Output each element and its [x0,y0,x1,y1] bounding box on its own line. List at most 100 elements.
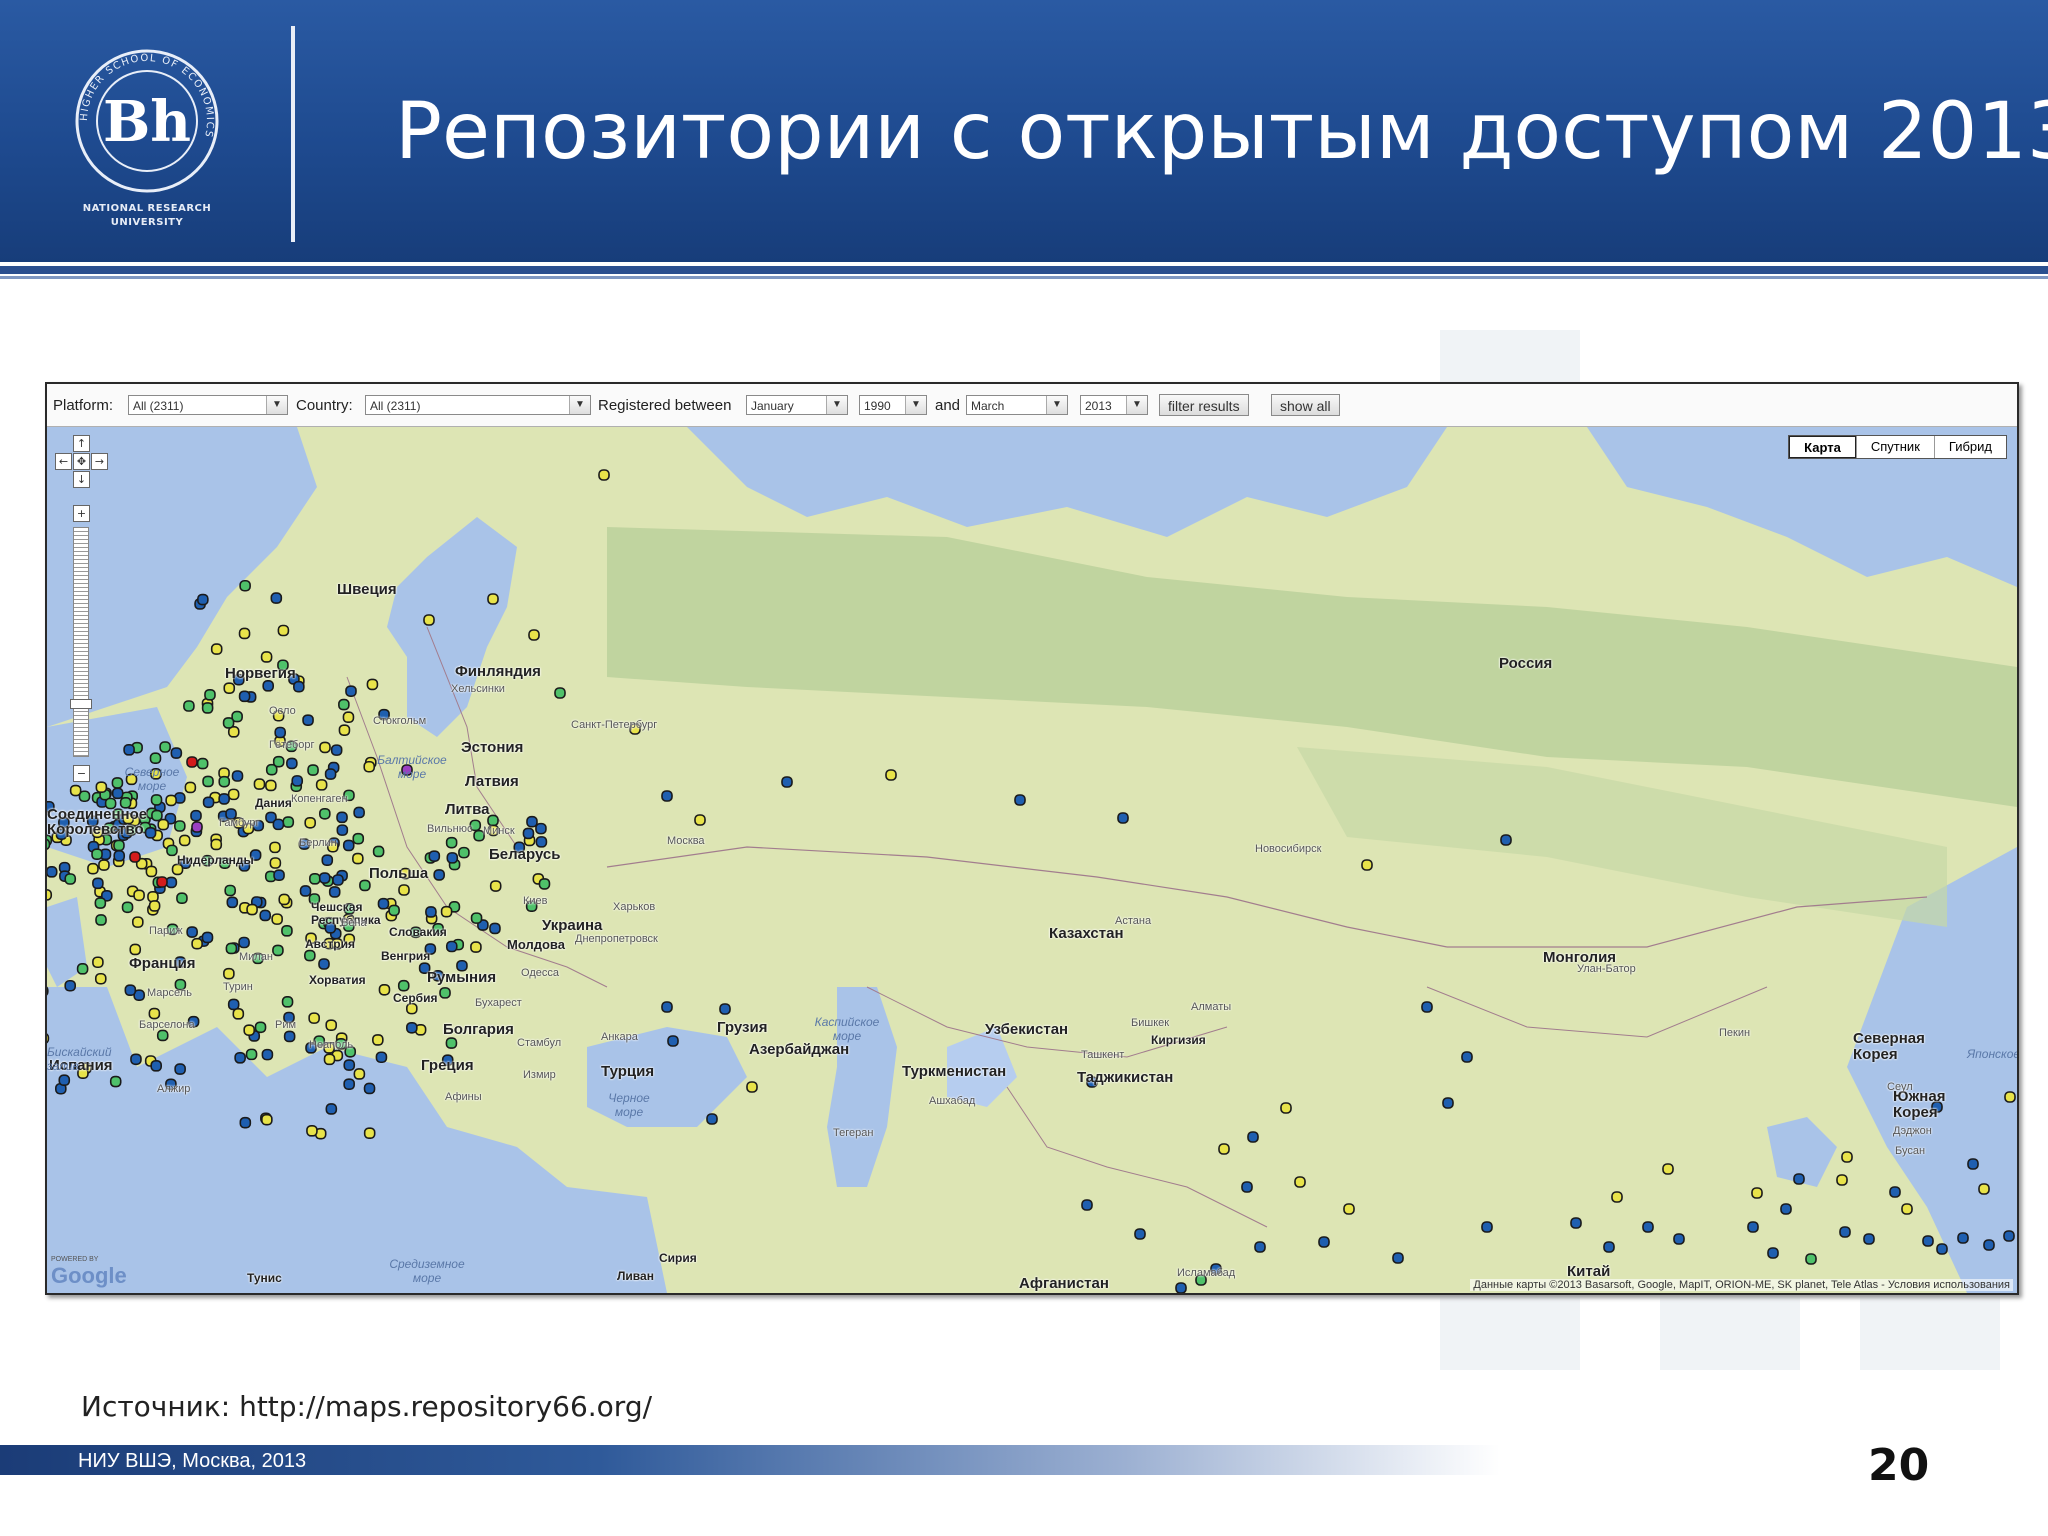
repository-marker[interactable] [440,905,453,918]
repository-marker[interactable] [330,744,343,756]
repository-marker[interactable] [1747,1221,1759,1233]
repository-marker[interactable] [156,876,168,888]
repository-marker[interactable] [218,775,231,788]
repository-marker[interactable] [342,839,355,852]
repository-marker[interactable] [352,832,365,845]
repository-marker[interactable] [231,770,244,782]
repository-marker[interactable] [64,979,77,992]
repository-marker[interactable] [64,873,77,885]
repository-marker[interactable] [319,741,331,754]
repository-marker[interactable] [318,958,330,970]
repository-marker[interactable] [323,1053,336,1066]
repository-marker[interactable] [1662,1163,1674,1175]
repository-marker[interactable] [1318,1236,1330,1248]
repository-marker[interactable] [1751,1187,1763,1199]
repository-marker[interactable] [269,841,281,854]
repository-marker[interactable] [1500,834,1512,846]
repository-marker[interactable] [1642,1221,1654,1233]
repository-marker[interactable] [260,651,273,663]
repository-marker[interactable] [302,714,314,726]
repository-marker[interactable] [47,1033,50,1044]
repository-marker[interactable] [191,937,203,950]
repository-marker[interactable] [259,909,272,922]
repository-marker[interactable] [343,1078,355,1090]
repository-marker[interactable] [225,942,238,955]
repository-marker[interactable] [363,760,376,773]
country-select[interactable]: All (2311) ▼ [365,395,591,415]
to-month-select[interactable]: March ▼ [966,395,1068,415]
repository-marker[interactable] [222,717,235,729]
repository-marker[interactable] [166,844,178,857]
pan-left-icon[interactable]: ← [55,453,72,470]
repository-marker[interactable] [308,1012,320,1024]
repository-marker[interactable] [1901,1203,1913,1215]
repository-marker[interactable] [489,922,501,935]
repository-marker[interactable] [109,1075,122,1088]
repository-marker[interactable] [150,794,163,806]
from-year-select[interactable]: 1990 ▼ [859,395,927,415]
repository-marker[interactable] [439,987,451,999]
repository-marker[interactable] [1294,1176,1306,1188]
repository-marker[interactable] [261,1048,274,1061]
repository-marker[interactable] [210,838,223,851]
repository-marker[interactable] [183,700,195,712]
repository-marker[interactable] [253,778,266,790]
repository-marker[interactable] [271,913,283,925]
repository-marker[interactable] [398,884,410,896]
repository-marker[interactable] [706,1113,718,1125]
repository-marker[interactable] [1957,1232,1969,1244]
repository-marker[interactable] [1967,1158,1979,1170]
repository-marker[interactable] [445,836,458,849]
repository-marker[interactable] [428,850,441,862]
repository-marker[interactable] [667,1035,679,1047]
repository-marker[interactable] [165,876,178,889]
repository-marker[interactable] [885,769,897,781]
repository-marker[interactable] [1442,1097,1454,1109]
repository-marker[interactable] [1793,1173,1805,1185]
repository-marker[interactable] [159,741,171,753]
map-canvas[interactable]: Россия Казахстан Монголия Швеция Норвеги… [47,427,2017,1293]
repository-marker[interactable] [306,1125,318,1137]
repository-marker[interactable] [262,680,274,692]
repository-marker[interactable] [1247,1131,1259,1143]
repository-marker[interactable] [433,869,445,881]
repository-marker[interactable] [129,943,142,956]
repository-marker[interactable] [186,926,198,938]
repository-marker[interactable] [223,967,235,980]
repository-marker[interactable] [176,892,188,905]
repository-marker[interactable] [353,806,365,819]
repository-marker[interactable] [1280,1102,1292,1114]
repository-marker[interactable] [446,852,459,864]
repository-marker[interactable] [218,793,230,805]
repository-marker[interactable] [345,685,357,697]
repository-marker[interactable] [1254,1241,1266,1253]
repository-marker[interactable] [246,903,258,916]
repository-marker[interactable] [1780,1203,1792,1215]
repository-marker[interactable] [372,845,385,858]
repository-marker[interactable] [328,886,341,898]
repository-marker[interactable] [170,747,183,759]
repository-marker[interactable] [1936,1243,1948,1255]
repository-marker[interactable] [269,857,282,869]
repository-marker[interactable] [445,940,458,953]
repository-marker[interactable] [1461,1051,1473,1063]
repository-marker[interactable] [397,979,410,992]
repository-marker[interactable] [304,949,316,962]
repository-marker[interactable] [291,775,304,787]
repository-marker[interactable] [234,1051,246,1064]
repository-marker[interactable] [719,1003,731,1015]
repository-marker[interactable] [598,469,610,481]
repository-marker[interactable] [352,852,364,865]
repository-marker[interactable] [238,627,251,640]
repository-marker[interactable] [178,834,191,847]
repository-marker[interactable] [325,1019,338,1031]
repository-marker[interactable] [239,579,251,592]
pan-right-icon[interactable]: → [91,453,108,470]
repository-marker[interactable] [353,1068,366,1080]
repository-marker[interactable] [149,752,162,765]
from-month-select[interactable]: January ▼ [746,395,848,415]
repository-marker[interactable] [1175,1282,1187,1293]
repository-marker[interactable] [201,931,214,944]
repository-marker[interactable] [336,811,348,824]
zoom-slider-track[interactable] [73,527,89,757]
